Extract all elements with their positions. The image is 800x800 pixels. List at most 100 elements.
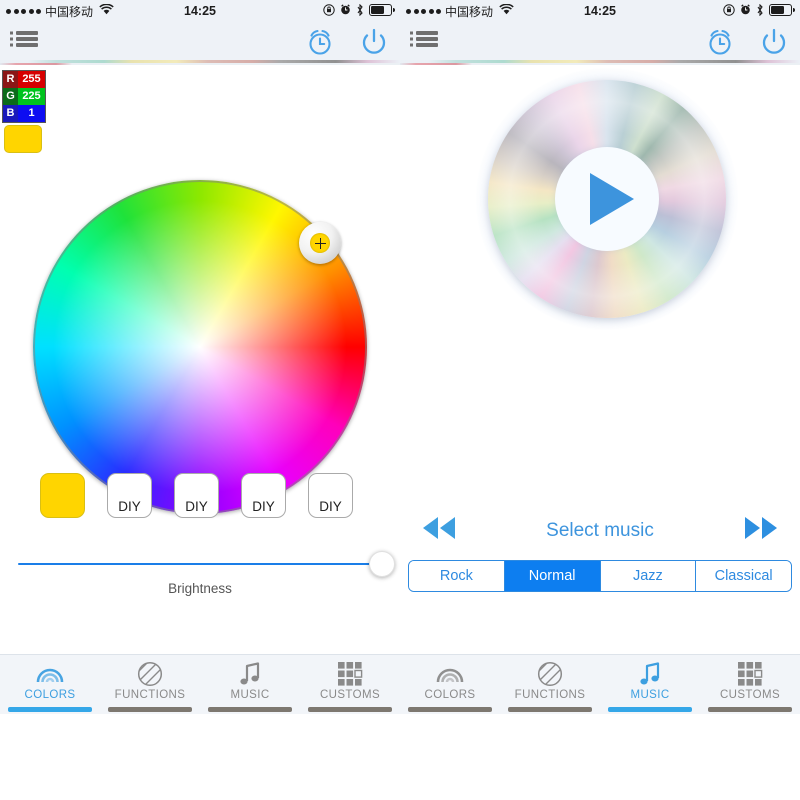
- tab-label: MUSIC: [230, 689, 270, 701]
- tab-underline: [408, 707, 492, 712]
- music-disc[interactable]: [476, 68, 738, 330]
- bluetooth-icon: [756, 3, 764, 19]
- alarm-clock-icon[interactable]: [304, 26, 336, 63]
- preset-swatch-diy[interactable]: DIY: [107, 473, 152, 518]
- tab-underline: [508, 707, 592, 712]
- music-mode-segmented-control[interactable]: Rock Normal Jazz Classical: [408, 560, 792, 592]
- tab-customs[interactable]: CUSTOMS: [700, 655, 800, 714]
- rgb-green-label: G: [3, 88, 18, 105]
- rgb-row-blue: B 1: [3, 105, 45, 122]
- tab-music[interactable]: MUSIC: [200, 655, 300, 714]
- music-note-icon: [238, 661, 262, 687]
- nav-bar: [0, 22, 400, 60]
- music-selector: Select music: [406, 513, 794, 548]
- rgb-red-label: R: [3, 71, 18, 88]
- brightness-slider[interactable]: Brightness: [18, 551, 395, 596]
- preset-swatch-label: DIY: [252, 499, 275, 514]
- rgb-red-value: 255: [18, 71, 45, 88]
- color-wheel[interactable]: [33, 180, 367, 514]
- music-note-icon: [638, 661, 662, 687]
- rotation-lock-icon: [723, 3, 735, 19]
- right-panel: 中国移动 14:25 Select music Rock Normal Jazz…: [400, 0, 800, 714]
- tab-label: COLORS: [24, 689, 76, 701]
- nav-bar-actions: [304, 26, 390, 63]
- tab-label: FUNCTIONS: [514, 689, 586, 701]
- preset-swatch-label: DIY: [185, 499, 208, 514]
- brightness-label: Brightness: [168, 581, 232, 596]
- tab-underline: [8, 707, 92, 712]
- crosshair-icon: [314, 237, 326, 249]
- rgb-green-value: 225: [18, 88, 45, 105]
- tab-underline: [308, 707, 392, 712]
- alarm-icon: [340, 4, 351, 18]
- tab-label: COLORS: [424, 689, 476, 701]
- tab-customs[interactable]: CUSTOMS: [300, 655, 400, 714]
- tab-underline: [108, 707, 192, 712]
- rotation-lock-icon: [323, 3, 335, 19]
- tab-label: CUSTOMS: [319, 689, 381, 701]
- bluetooth-icon: [356, 3, 364, 19]
- brightness-track[interactable]: [18, 551, 395, 577]
- status-bar: 中国移动 14:25: [0, 0, 400, 22]
- hatched-circle-icon: [537, 661, 563, 687]
- alarm-clock-icon[interactable]: [704, 26, 736, 63]
- tab-label: MUSIC: [630, 689, 670, 701]
- rgb-row-green: G 225: [3, 88, 45, 105]
- brightness-knob[interactable]: [369, 551, 395, 577]
- tab-underline: [208, 707, 292, 712]
- play-button[interactable]: [555, 147, 659, 251]
- nav-bar-actions: [704, 26, 790, 63]
- music-mode-classical[interactable]: Classical: [696, 561, 791, 591]
- grid-icon: [737, 661, 763, 687]
- music-mode-normal[interactable]: Normal: [504, 561, 601, 591]
- tab-bar: COLORS FUNCTIONS MUSIC CUSTOMS: [0, 654, 400, 714]
- grid-icon: [337, 661, 363, 687]
- colors-panel-content: R 255 G 225 B 1 DIY DIY DIY DIY Brightne…: [0, 65, 400, 666]
- preset-swatch-diy[interactable]: DIY: [174, 473, 219, 518]
- list-menu-icon[interactable]: [10, 30, 40, 57]
- tab-functions[interactable]: FUNCTIONS: [500, 655, 600, 714]
- tab-music[interactable]: MUSIC: [600, 655, 700, 714]
- fast-forward-icon[interactable]: [736, 513, 786, 548]
- tab-colors[interactable]: COLORS: [0, 655, 100, 714]
- preset-swatch-current[interactable]: [40, 473, 85, 518]
- status-bar-right: [723, 0, 795, 22]
- list-menu-icon[interactable]: [410, 30, 440, 57]
- tab-bar: COLORS FUNCTIONS MUSIC CUSTOMS: [400, 654, 800, 714]
- play-icon: [590, 173, 634, 225]
- alarm-icon: [740, 4, 751, 18]
- tab-colors[interactable]: COLORS: [400, 655, 500, 714]
- music-title-label: Select music: [546, 519, 654, 541]
- status-bar: 中国移动 14:25: [400, 0, 800, 22]
- battery-icon: [769, 3, 795, 19]
- tab-underline: [608, 707, 692, 712]
- nav-bar: [400, 22, 800, 60]
- preset-swatch-label: DIY: [319, 499, 342, 514]
- rgb-blue-label: B: [3, 105, 18, 122]
- rainbow-icon: [435, 661, 465, 687]
- rewind-icon[interactable]: [414, 513, 464, 548]
- music-mode-jazz[interactable]: Jazz: [600, 561, 697, 591]
- preset-swatch-label: DIY: [118, 499, 141, 514]
- tab-label: FUNCTIONS: [114, 689, 186, 701]
- power-icon[interactable]: [758, 26, 790, 63]
- current-color-swatch: [4, 125, 42, 153]
- hatched-circle-icon: [137, 661, 163, 687]
- status-bar-right: [323, 0, 395, 22]
- tab-label: CUSTOMS: [719, 689, 781, 701]
- rgb-blue-value: 1: [18, 105, 45, 122]
- left-panel: 中国移动 14:25 R 255 G 225 B 1 DIY DIY DIY D…: [0, 0, 400, 714]
- preset-swatch-diy[interactable]: DIY: [241, 473, 286, 518]
- music-panel-content: Select music Rock Normal Jazz Classical: [400, 65, 800, 666]
- battery-icon: [369, 3, 395, 19]
- rgb-readout: R 255 G 225 B 1: [2, 70, 46, 123]
- preset-swatch-row: DIY DIY DIY DIY: [40, 473, 353, 518]
- tab-underline: [708, 707, 792, 712]
- rgb-row-red: R 255: [3, 71, 45, 88]
- music-mode-rock[interactable]: Rock: [409, 561, 505, 591]
- tab-functions[interactable]: FUNCTIONS: [100, 655, 200, 714]
- power-icon[interactable]: [358, 26, 390, 63]
- preset-swatch-diy[interactable]: DIY: [308, 473, 353, 518]
- color-wheel-picker[interactable]: [299, 222, 341, 264]
- rainbow-icon: [35, 661, 65, 687]
